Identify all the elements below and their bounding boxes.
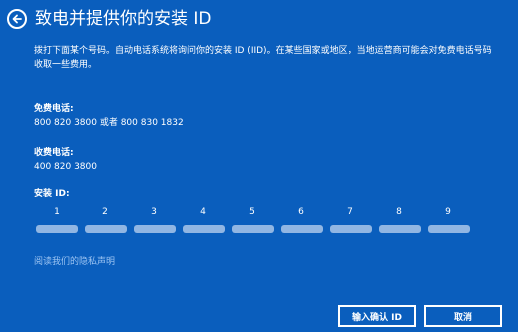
id-group-redacted-5 <box>232 225 274 233</box>
id-group-redacted-7 <box>330 225 372 233</box>
id-group-number-6: 6 <box>298 207 304 217</box>
id-group-redacted-1 <box>36 225 78 233</box>
toll-label: 收费电话: <box>34 148 74 158</box>
toll-free-label: 免费电话: <box>34 104 74 114</box>
id-group-number-8: 8 <box>396 207 402 217</box>
id-group-redacted-2 <box>85 225 127 233</box>
installation-id-label: 安装 ID: <box>34 189 70 199</box>
id-group-number-2: 2 <box>102 207 108 217</box>
enter-confirmation-id-button[interactable]: 输入确认 ID <box>338 305 416 327</box>
id-group-redacted-4 <box>183 225 225 233</box>
id-group-number-7: 7 <box>347 207 353 217</box>
instructions-text: 拨打下面某个号码。自动电话系统将询问你的安装 ID (IID)。在某些国家或地区… <box>34 46 492 70</box>
id-group-number-3: 3 <box>151 207 157 217</box>
toll-number: 400 820 3800 <box>34 162 97 172</box>
page-title: 致电并提供你的安装 ID <box>35 9 212 29</box>
privacy-statement-link[interactable]: 阅读我们的隐私声明 <box>34 256 115 268</box>
back-arrow-icon <box>12 14 22 24</box>
id-group-number-5: 5 <box>249 207 255 217</box>
id-group-redacted-6 <box>281 225 323 233</box>
toll-free-numbers: 800 820 3800 或者 800 830 1832 <box>34 118 184 128</box>
id-group-number-1: 1 <box>54 207 60 217</box>
id-group-number-4: 4 <box>200 207 206 217</box>
activation-phone-page: 致电并提供你的安装 ID 拨打下面某个号码。自动电话系统将询问你的安装 ID (… <box>0 0 518 332</box>
cancel-button[interactable]: 取消 <box>424 305 502 327</box>
back-button[interactable] <box>7 9 27 29</box>
id-group-number-9: 9 <box>445 207 451 217</box>
id-group-redacted-9 <box>428 225 470 233</box>
id-group-redacted-8 <box>379 225 421 233</box>
id-group-redacted-3 <box>134 225 176 233</box>
